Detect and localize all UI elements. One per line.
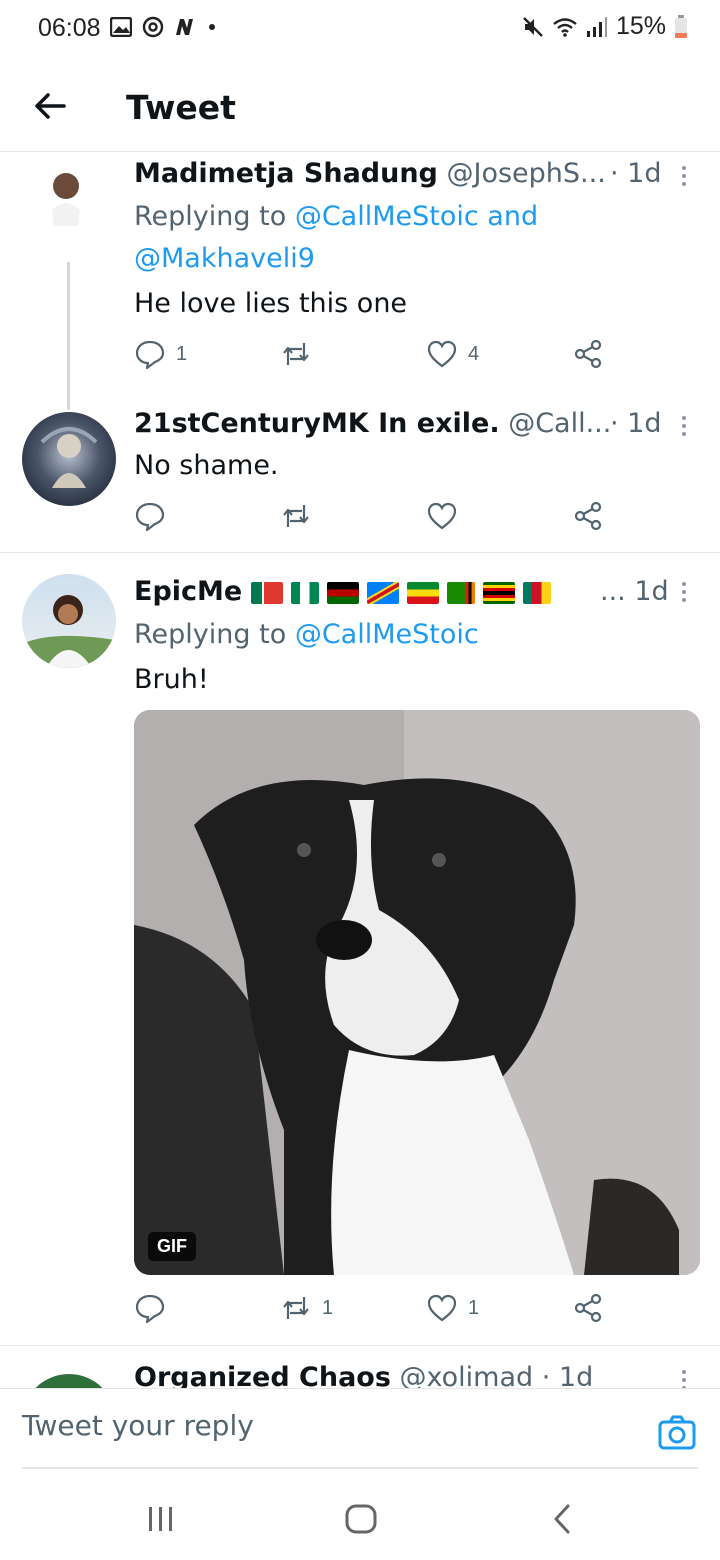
divider [0, 552, 720, 553]
retweet-icon [283, 1297, 309, 1319]
retweet-button[interactable] [280, 338, 322, 370]
replying-to-label: Replying to [134, 619, 287, 650]
dog-gif-image [134, 710, 700, 1275]
reply-count: 1 [176, 342, 188, 365]
flag-icon-cd [366, 581, 399, 604]
avatar[interactable] [22, 574, 116, 668]
tweet-actions: 1 4 [134, 338, 614, 374]
like-button[interactable]: 1 [426, 1292, 479, 1324]
gallery-icon [110, 17, 132, 37]
wifi-icon [553, 17, 577, 37]
username[interactable]: @xolimad [400, 1362, 534, 1388]
gif-media[interactable]: GIF [134, 710, 700, 1275]
like-count: 4 [468, 342, 480, 365]
replying-to-label: Replying to [134, 201, 287, 232]
reply-input[interactable]: Tweet your reply [22, 1409, 254, 1442]
display-name[interactable]: 21stCenturyMK In exile. [134, 408, 500, 439]
more-options-icon[interactable] [680, 582, 688, 606]
share-icon [574, 1293, 602, 1323]
app-header: Tweet [0, 60, 720, 152]
mention-link[interactable]: @CallMeStoic and [295, 201, 538, 232]
battery-percent: 15% [615, 12, 666, 40]
reply-button[interactable] [134, 1292, 176, 1324]
divider [22, 1467, 698, 1469]
username[interactable]: @Call... [508, 408, 611, 439]
flag-icon-za [250, 581, 283, 604]
retweet-count: 1 [322, 1296, 334, 1319]
share-button[interactable] [572, 338, 604, 370]
retweet-button[interactable]: 1 [280, 1292, 333, 1324]
flag-emojis [250, 576, 559, 607]
more-options-icon[interactable] [680, 166, 688, 190]
heart-icon [427, 502, 457, 530]
reply-icon [135, 502, 165, 532]
display-name[interactable]: Madimetja Shadung [134, 158, 438, 189]
reply-icon [135, 1294, 165, 1324]
avatar[interactable] [38, 166, 98, 252]
tweet-text: Bruh! [134, 664, 209, 695]
retweet-icon [283, 505, 309, 527]
flag-icon-zm [446, 581, 475, 604]
more-options-icon[interactable] [680, 1370, 688, 1388]
status-notification-icons [110, 16, 216, 38]
retweet-button[interactable] [280, 500, 322, 532]
retweet-icon [283, 343, 309, 365]
tweet-text: He love lies this one [134, 288, 408, 319]
system-nav-bar [0, 1470, 720, 1560]
avatar[interactable] [22, 1374, 116, 1388]
mention-link[interactable]: @Makhaveli9 [134, 243, 315, 274]
battery-icon [675, 14, 687, 38]
gif-badge: GIF [148, 1232, 196, 1261]
avatar[interactable] [22, 412, 116, 506]
heart-icon [427, 1294, 457, 1322]
sync-icon [142, 16, 164, 38]
flag-icon-cm [522, 581, 551, 604]
like-button[interactable] [426, 500, 468, 532]
share-icon [574, 339, 602, 369]
like-count: 1 [468, 1296, 480, 1319]
signal-icon [586, 16, 607, 37]
mention-link[interactable]: @CallMeStoic [295, 619, 479, 650]
back-arrow-icon[interactable] [30, 86, 70, 126]
dot-icon [209, 24, 215, 30]
tweet-4[interactable]: Organized Chaos @xolimad · 1d [0, 1346, 720, 1388]
home-icon[interactable] [345, 1504, 377, 1534]
reply-icon [135, 340, 165, 370]
camera-icon[interactable] [658, 1415, 696, 1451]
display-name[interactable]: Organized Chaos [134, 1362, 391, 1388]
tweet-actions [134, 500, 614, 536]
tweet-actions: 1 1 [134, 1292, 614, 1328]
share-icon [574, 501, 602, 531]
display-name[interactable]: EpicMe [134, 576, 242, 607]
username[interactable]: @JosephS... [446, 158, 605, 189]
flag-icon-et [406, 581, 439, 604]
timestamp[interactable]: · 1d [542, 1362, 593, 1388]
reply-button[interactable]: 1 [134, 338, 187, 370]
page-title: Tweet [126, 88, 236, 127]
tweet-text: No shame. [134, 450, 279, 481]
status-bar: 06:08 15% [0, 0, 720, 60]
reply-composer: Tweet your reply [0, 1388, 720, 1469]
share-button[interactable] [572, 500, 604, 532]
mute-icon [523, 16, 543, 37]
heart-icon [427, 340, 457, 368]
recent-apps-icon[interactable] [146, 1506, 176, 1532]
timestamp[interactable]: · 1d [610, 158, 661, 189]
flag-icon-zw [482, 581, 515, 604]
reply-button[interactable] [134, 500, 176, 532]
timestamp[interactable]: · 1d [610, 408, 661, 439]
timestamp[interactable]: ... 1d [600, 576, 669, 607]
news-app-icon [176, 19, 193, 35]
back-nav-icon[interactable] [552, 1504, 572, 1534]
flag-icon-ng [290, 581, 319, 604]
flag-icon-ke [326, 581, 359, 604]
more-options-icon[interactable] [680, 416, 688, 440]
status-time: 06:08 [38, 14, 101, 42]
thread-line [67, 262, 70, 410]
share-button[interactable] [572, 1292, 604, 1324]
like-button[interactable]: 4 [426, 338, 479, 370]
